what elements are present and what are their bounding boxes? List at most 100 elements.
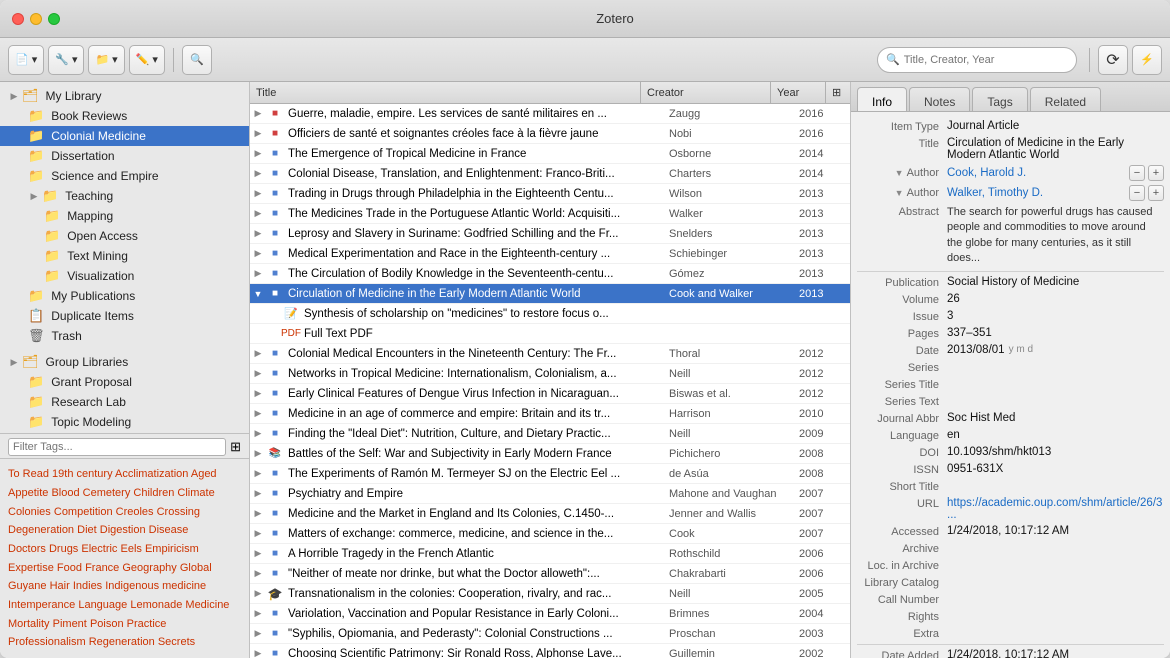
row-expand-icon[interactable]: ▶ [250, 108, 266, 119]
row-expand-icon[interactable]: ▶ [250, 348, 266, 359]
row-expand-icon[interactable]: ▶ [250, 228, 266, 239]
row-expand-icon[interactable]: ▶ [250, 508, 266, 519]
tag-item[interactable]: Poison [90, 618, 124, 630]
tag-item[interactable]: 19th century [52, 468, 113, 480]
table-row[interactable]: ▶ ■ Choosing Scientific Patrimony: Sir R… [250, 644, 850, 658]
table-row[interactable]: ▶ ■ Medicine and the Market in England a… [250, 504, 850, 524]
issn-value[interactable]: 0951-631X [947, 463, 1164, 475]
close-button[interactable] [12, 13, 24, 25]
tag-item[interactable]: Mortality [8, 618, 50, 630]
tag-item[interactable]: Global [180, 562, 212, 574]
url-value[interactable]: https://academic.oup.com/shm/article/26/… [947, 497, 1164, 521]
sidebar-item-dissertation[interactable]: 📁 Dissertation [0, 146, 249, 166]
tag-item[interactable]: To Read [8, 468, 49, 480]
col-header-year[interactable]: Year [771, 82, 826, 103]
tag-item[interactable]: Language [78, 599, 127, 611]
sidebar-item-book-reviews[interactable]: 📁 Book Reviews [0, 106, 249, 126]
vol-value[interactable]: 26 [947, 293, 1164, 305]
tag-item[interactable]: Climate [177, 487, 214, 499]
tag-item[interactable]: Professionalism [8, 636, 86, 648]
row-expand-icon[interactable]: ▶ [250, 628, 266, 639]
sidebar-item-my-library[interactable]: ▶ 🗂 My Library [0, 86, 249, 106]
sidebar-item-topic-modeling[interactable]: 📁 Topic Modeling [0, 412, 249, 432]
table-row[interactable]: ▶ ■ The Experiments of Ramón M. Termeyer… [250, 464, 850, 484]
table-row[interactable]: ▶ ■ Guerre, maladie, empire. Les service… [250, 104, 850, 124]
tag-item[interactable]: Secrets [158, 636, 195, 648]
tag-item[interactable]: Appetite [8, 487, 48, 499]
tag-item[interactable]: Colonies [8, 506, 51, 518]
tag-item[interactable]: Indies [73, 580, 102, 592]
table-row[interactable]: ▶ ■ A Horrible Tragedy in the French Atl… [250, 544, 850, 564]
table-row[interactable]: ▶ ■ Leprosy and Slavery in Suriname: God… [250, 224, 850, 244]
tag-item[interactable]: Cemetery [83, 487, 131, 499]
accessed-value[interactable]: 1/24/2018, 10:17:12 AM [947, 525, 1164, 537]
language-value[interactable]: en [947, 429, 1164, 441]
row-expand-icon[interactable]: ▶ [250, 528, 266, 539]
row-expand-icon[interactable]: ▶ [250, 448, 266, 459]
row-expand-icon[interactable]: ▶ [250, 568, 266, 579]
tag-item[interactable]: Geography [122, 562, 176, 574]
tag-view-icon[interactable]: ⊞ [230, 439, 241, 455]
table-row[interactable]: ▶ ■ The Emergence of Tropical Medicine i… [250, 144, 850, 164]
tag-item[interactable]: Creoles [116, 506, 154, 518]
row-expand-icon[interactable]: ▶ [250, 208, 266, 219]
tag-item[interactable]: Competition [54, 506, 113, 518]
author-value-1[interactable]: Cook, Harold J. [947, 167, 1125, 179]
table-row[interactable]: ▶ ■ Medical Experimentation and Race in … [250, 244, 850, 264]
tag-item[interactable]: Crossing [157, 506, 200, 518]
tag-item[interactable]: Expertise [8, 562, 54, 574]
tag-item[interactable]: Medicine [185, 599, 229, 611]
tag-item[interactable]: Indigenous medicine [105, 580, 206, 592]
tag-item[interactable]: France [85, 562, 119, 574]
new-item-button[interactable]: 📄 ▾ [8, 45, 44, 75]
row-expand-icon[interactable]: ▶ [250, 388, 266, 399]
search-bar[interactable]: 🔍 [877, 47, 1077, 73]
tag-item[interactable]: Intemperance [8, 599, 75, 611]
tag-item[interactable]: Aged [191, 468, 217, 480]
tag-item[interactable]: Digestion [100, 524, 146, 536]
row-expand-icon[interactable]: ▶ [250, 408, 266, 419]
author-minus-btn-1[interactable]: − [1129, 165, 1145, 181]
doi-value[interactable]: 10.1093/shm/hkt013 [947, 446, 1164, 458]
table-row[interactable]: ▶ ■ Matters of exchange: commerce, medic… [250, 524, 850, 544]
row-expand-icon[interactable]: ▶ [250, 648, 266, 658]
tag-item[interactable]: Children [133, 487, 174, 499]
table-row[interactable]: ▶ ■ Colonial Disease, Translation, and E… [250, 164, 850, 184]
date-value[interactable]: 2013/08/01 y m d [947, 344, 1164, 356]
table-row[interactable]: ▶ ■ Early Clinical Features of Dengue Vi… [250, 384, 850, 404]
minimize-button[interactable] [30, 13, 42, 25]
row-expand-icon[interactable]: ▶ [250, 428, 266, 439]
table-row-subitem-pdf[interactable]: PDF Full Text PDF [250, 324, 850, 344]
row-expand-icon[interactable]: ▶ [250, 468, 266, 479]
sidebar-item-open-access[interactable]: 📁 Open Access [0, 226, 249, 246]
tab-related[interactable]: Related [1030, 87, 1101, 111]
tag-item[interactable]: Guyane [8, 580, 47, 592]
maximize-button[interactable] [48, 13, 60, 25]
tag-item[interactable]: Food [57, 562, 82, 574]
search-input[interactable] [904, 54, 1064, 66]
table-row[interactable]: ▶ ■ Colonial Medical Encounters in the N… [250, 344, 850, 364]
annotate-button[interactable]: ✏️ ▾ [129, 45, 165, 75]
row-expand-icon[interactable]: ▶ [250, 588, 266, 599]
pub-value[interactable]: Social History of Medicine [947, 276, 1164, 288]
row-expand-icon[interactable]: ▶ [250, 548, 266, 559]
row-expand-icon[interactable]: ▶ [250, 168, 266, 179]
table-row[interactable]: ▶ ■ Medicine in an age of commerce and e… [250, 404, 850, 424]
row-expand-icon[interactable]: ▶ [250, 608, 266, 619]
issue-value[interactable]: 3 [947, 310, 1164, 322]
row-expand-icon[interactable]: ▶ [250, 488, 266, 499]
tag-filter-input[interactable] [8, 438, 226, 456]
tag-item[interactable]: Piment [53, 618, 87, 630]
tag-item[interactable]: Practice [127, 618, 167, 630]
add-attachment-button[interactable]: 📁 ▾ [88, 45, 124, 75]
tag-item[interactable]: Blood [51, 487, 79, 499]
table-row[interactable]: ▶ ■ Psychiatry and Empire Mahone and Vau… [250, 484, 850, 504]
sidebar-item-teaching[interactable]: ▶ 📁 Teaching [0, 186, 249, 206]
sidebar-item-colonial-medicine[interactable]: 📁 Colonial Medicine [0, 126, 249, 146]
table-row[interactable]: ▶ 📚 Battles of the Self: War and Subject… [250, 444, 850, 464]
sidebar-item-mapping[interactable]: 📁 Mapping [0, 206, 249, 226]
table-row[interactable]: ▶ ■ Officiers de santé et soignantes cré… [250, 124, 850, 144]
tag-item[interactable]: Lemonade [130, 599, 182, 611]
row-expand-icon[interactable]: ▼ [250, 289, 266, 299]
tag-item[interactable]: Diet [77, 524, 97, 536]
